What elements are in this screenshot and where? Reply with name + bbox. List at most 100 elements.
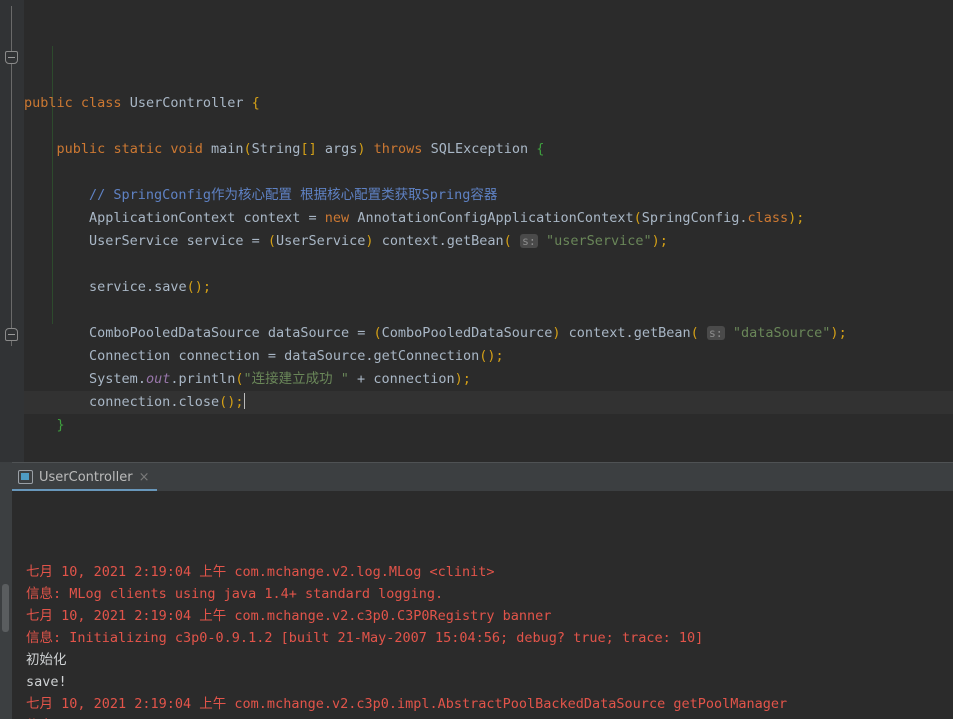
code-token: )	[365, 233, 374, 249]
code-line[interactable]: }	[24, 414, 953, 437]
code-token: UserController	[129, 95, 244, 111]
code-token: ()	[186, 279, 203, 295]
fold-collapse-top-icon[interactable]	[5, 51, 18, 64]
code-token: UserService	[276, 233, 366, 249]
code-token: (	[235, 371, 244, 387]
code-line[interactable]	[24, 115, 953, 138]
code-token: getBean	[633, 325, 691, 341]
code-line[interactable]	[24, 437, 953, 460]
code-token: )	[830, 325, 839, 341]
code-token: {	[251, 95, 260, 111]
console-line: 信息: Initializing c3p0-0.9.1.2 [built 21-…	[26, 630, 704, 646]
code-token: ComboPooledDataSource	[381, 325, 553, 341]
code-token: .	[625, 325, 634, 341]
console-line: 七月 10, 2021 2:19:04 上午 com.mchange.v2.c3…	[26, 608, 552, 624]
code-text-area[interactable]: public class UserController { public sta…	[24, 0, 953, 462]
code-token: public	[56, 141, 106, 157]
console-left-strip	[0, 462, 12, 719]
tab-usercontroller[interactable]: UserController ×	[12, 463, 158, 491]
tab-label: UserController	[39, 469, 133, 485]
code-token: // SpringConfig作为核心配置 根据核心配置类获取Spring容器	[89, 187, 498, 203]
code-token: }	[56, 417, 65, 433]
code-line[interactable]: // SpringConfig作为核心配置 根据核心配置类获取Spring容器	[24, 184, 953, 207]
console-line: 七月 10, 2021 2:19:04 上午 com.mchange.v2.lo…	[26, 564, 495, 580]
code-token: getBean	[446, 233, 504, 249]
code-token: void	[170, 141, 203, 157]
code-line[interactable]: connection.close();	[24, 391, 953, 414]
code-line[interactable]: UserService service = (UserService) cont…	[24, 230, 953, 253]
code-token: new	[324, 210, 350, 226]
code-line[interactable]	[24, 253, 953, 276]
fold-collapse-bottom-icon[interactable]	[5, 328, 18, 341]
code-line[interactable]: service.save();	[24, 276, 953, 299]
code-token: ;	[202, 279, 211, 295]
code-token: {	[536, 141, 545, 157]
code-token: class	[80, 95, 122, 111]
code-token: +	[348, 371, 374, 387]
code-token: System	[89, 371, 138, 387]
code-token: ;	[235, 394, 244, 410]
code-token: "userService"	[545, 233, 652, 249]
console-line: 信息: MLog clients using java 1.4+ standar…	[26, 586, 444, 602]
code-token: dataSource	[267, 325, 350, 341]
code-token: .	[145, 279, 155, 295]
code-line[interactable]: public static void main(String[] args) t…	[24, 138, 953, 161]
code-token: Connection	[89, 348, 171, 364]
code-line[interactable]	[24, 299, 953, 322]
code-token: UserService	[89, 233, 179, 249]
code-line[interactable]: Connection connection = dataSource.getCo…	[24, 345, 953, 368]
code-line[interactable]: ApplicationContext context = new Annotat…	[24, 207, 953, 230]
console-line: 初始化	[26, 652, 67, 668]
console-scrollbar-thumb[interactable]	[2, 584, 9, 632]
editor-gutter[interactable]	[0, 0, 24, 462]
code-token: static	[113, 141, 163, 157]
code-token: SpringConfig	[641, 210, 740, 226]
code-token: =	[259, 348, 285, 364]
code-token: connection	[373, 371, 455, 387]
code-token: context	[568, 325, 626, 341]
code-line[interactable]: System.out.println("连接建立成功 " + connectio…	[24, 368, 953, 391]
code-line[interactable]: public class UserController {	[24, 92, 953, 115]
code-line[interactable]: ComboPooledDataSource dataSource = (Comb…	[24, 322, 953, 345]
code-token: (	[267, 233, 277, 249]
code-token: []	[300, 141, 325, 157]
close-icon[interactable]: ×	[139, 470, 150, 485]
code-token: (	[633, 210, 642, 226]
code-token: service	[89, 279, 146, 295]
code-token: class	[747, 210, 789, 226]
run-tool-window: UserController × 七月 10, 2021 2:19:04 上午 …	[0, 462, 953, 719]
code-editor[interactable]: public class UserController { public sta…	[0, 0, 953, 462]
code-token: AnnotationConfigApplicationContext	[357, 210, 634, 226]
code-token: ()	[219, 394, 236, 410]
code-token: String	[251, 141, 301, 157]
run-tab-bar: UserController ×	[12, 463, 953, 491]
code-token: =	[243, 233, 268, 249]
code-token: out	[145, 371, 171, 387]
code-line[interactable]	[24, 161, 953, 184]
code-token: ;	[495, 348, 504, 364]
console-output[interactable]: 七月 10, 2021 2:19:04 上午 com.mchange.v2.lo…	[12, 491, 953, 719]
code-token: throws	[373, 141, 423, 157]
code-token: )	[454, 371, 463, 387]
code-token: ;	[796, 210, 805, 226]
run-configuration-icon	[18, 470, 33, 484]
code-token: connection	[89, 394, 171, 410]
code-token: (	[243, 141, 252, 157]
code-token: (	[690, 325, 699, 341]
code-token: =	[349, 325, 374, 341]
code-token: main	[211, 141, 244, 157]
code-token: "连接建立成功 "	[243, 371, 349, 387]
